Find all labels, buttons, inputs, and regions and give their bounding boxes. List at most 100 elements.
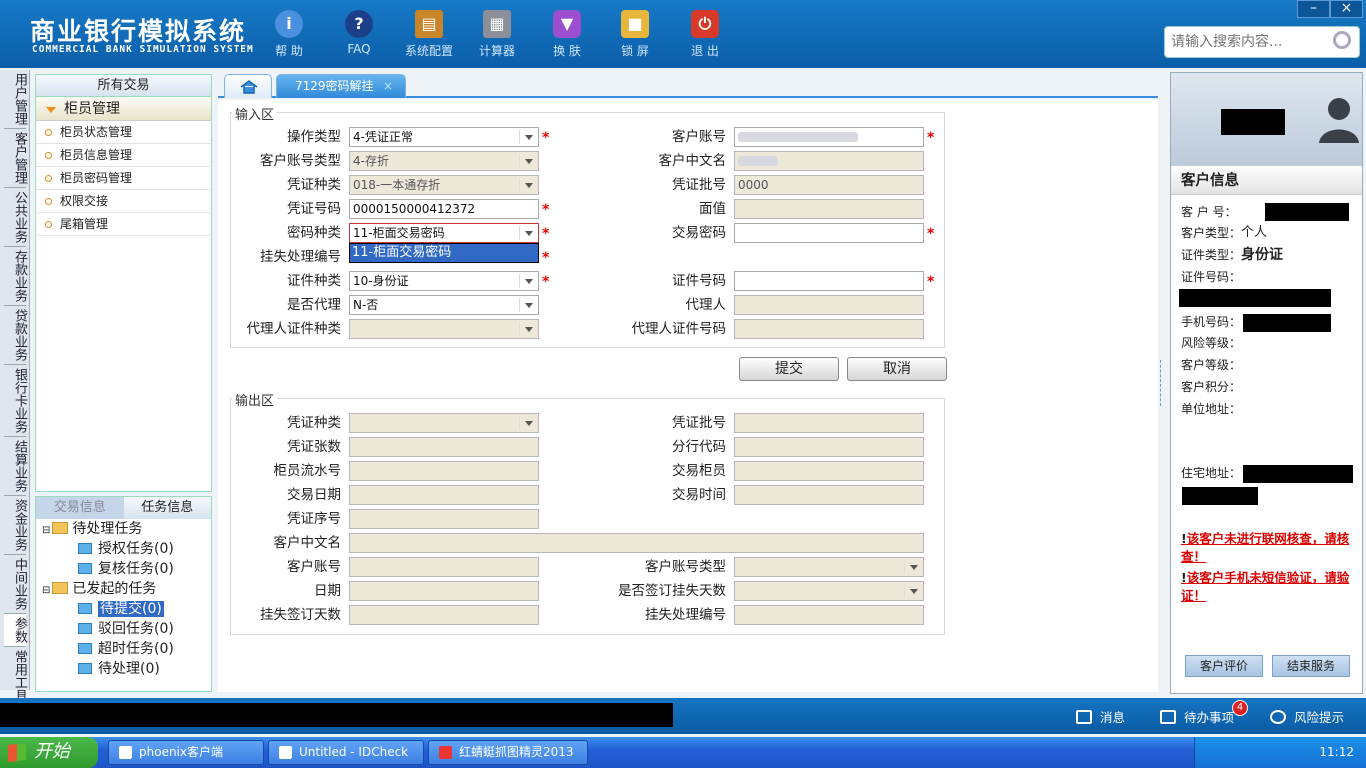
start-button[interactable]: 开始 — [0, 737, 98, 768]
required-mark: * — [542, 250, 550, 266]
tree-item-timeout[interactable]: 超时任务(0) — [78, 639, 174, 659]
acct-no-input[interactable] — [734, 127, 924, 147]
label-loss-no: 挂失处理编号 — [260, 249, 341, 265]
search-icon[interactable] — [1333, 31, 1351, 49]
clock[interactable]: 11:12 — [1319, 745, 1354, 759]
search-input[interactable] — [1171, 28, 1331, 56]
tab-password-unlock[interactable]: 7129密码解挂 × — [276, 74, 406, 98]
label-op-type: 操作类型 — [287, 129, 341, 145]
skin-button[interactable]: ▼ 换 肤 — [534, 8, 600, 64]
voucher-no-input[interactable]: 0000150000412372 — [349, 199, 539, 219]
id-no-input[interactable] — [734, 271, 924, 291]
label-trade-teller: 交易柜员 — [672, 463, 726, 479]
messages-button[interactable]: 消息 — [1076, 707, 1125, 726]
transaction-nav: 所有交易 柜员管理 柜员状态管理 柜员信息管理 柜员密码管理 权限交接 尾箱管理 — [35, 74, 212, 492]
label-out-cn-name: 客户中文名 — [273, 535, 342, 551]
required-mark: * — [927, 130, 935, 146]
close-window-button[interactable]: × — [1330, 0, 1363, 18]
label-id-type: 证件类型： — [1181, 248, 1242, 262]
label-cust-no: 客 户 号： — [1181, 205, 1237, 219]
label-branch-code: 分行代码 — [672, 439, 726, 455]
module-tab-loan[interactable]: 贷款业务 — [4, 306, 27, 365]
id-kind-select[interactable]: 10-身份证 — [349, 271, 539, 291]
settings-button[interactable]: ▤ 系统配置 — [396, 8, 462, 64]
nav-item-teller-password[interactable]: 柜员密码管理 — [36, 167, 211, 190]
input-area-legend: 输入区 — [232, 104, 278, 123]
help-button[interactable]: i帮 助 — [256, 8, 322, 64]
module-tab-funds[interactable]: 资金业务 — [4, 496, 27, 555]
warning-network-check[interactable]: !该客户未进行联网核查，请核查！ — [1181, 530, 1357, 566]
panel-splitter[interactable] — [1160, 360, 1166, 406]
app-icon — [439, 746, 452, 759]
pwd-kind-option[interactable]: 11-柜面交易密码 — [349, 243, 539, 263]
out-branch-code — [734, 437, 924, 457]
warning-sms-verify[interactable]: !该客户手机未短信验证，请验证！ — [1181, 569, 1357, 605]
tree-item-pending[interactable]: 待处理(0) — [78, 659, 160, 679]
module-tab-intermediate[interactable]: 中间业务 — [4, 555, 27, 614]
minimize-button[interactable]: – — [1297, 0, 1330, 18]
nav-item-cashbox[interactable]: 尾箱管理 — [36, 213, 211, 236]
out-acct-type — [734, 557, 924, 577]
required-mark: * — [542, 226, 550, 242]
op-type-select[interactable]: 4-凭证正常 — [349, 127, 539, 147]
face-value-field — [734, 199, 924, 219]
out-voucher-count — [349, 437, 539, 457]
is-agent-select[interactable]: N-否 — [349, 295, 539, 315]
tree-item-to-submit[interactable]: 待提交(0) — [78, 599, 164, 619]
module-tab-public[interactable]: 公共业务 — [4, 188, 27, 247]
lock-button[interactable]: ■ 锁 屏 — [602, 8, 668, 64]
tree-item-auth[interactable]: 授权任务(0) — [78, 539, 174, 559]
label-voucher-no: 凭证号码 — [287, 201, 341, 217]
tree-folder-pending[interactable]: ⊟ 待处理任务 — [42, 519, 142, 539]
module-tab-deposit[interactable]: 存款业务 — [4, 247, 27, 306]
todo-button[interactable]: 待办事项 — [1160, 707, 1234, 726]
customer-eval-button[interactable]: 客户评价 — [1185, 655, 1263, 677]
nav-item-teller-status[interactable]: 柜员状态管理 — [36, 121, 211, 144]
power-icon: ⏻ — [691, 10, 719, 38]
risk-alert-button[interactable]: 风险提示 — [1270, 707, 1344, 726]
label-points: 客户积分： — [1181, 380, 1242, 394]
label-id-kind: 证件种类 — [287, 273, 341, 289]
tree-folder-initiated[interactable]: ⊟ 已发起的任务 — [42, 579, 156, 599]
end-service-button[interactable]: 结束服务 — [1272, 655, 1350, 677]
tab-home[interactable] — [224, 74, 272, 98]
module-tab-settlement[interactable]: 结算业务 — [4, 437, 27, 496]
tree-item-review[interactable]: 复核任务(0) — [78, 559, 174, 579]
nav-item-teller-info[interactable]: 柜员信息管理 — [36, 144, 211, 167]
out-voucher-seq — [349, 509, 539, 529]
label-date: 日期 — [314, 583, 341, 599]
submit-button[interactable]: 提交 — [739, 357, 839, 381]
module-tab-user[interactable]: 用户管理 — [4, 70, 27, 129]
customer-panel: 客户信息 客 户 号： 客户类型： 个人 证件类型： 身份证 证件号码： 手机号… — [1170, 72, 1363, 694]
tab-trade-info[interactable]: 交易信息 — [36, 497, 124, 519]
taskbar-item-phoenix[interactable]: phoenix客户端 — [108, 740, 264, 765]
pwd-kind-select[interactable]: 11-柜面交易密码 — [349, 223, 539, 243]
label-face-value: 面值 — [699, 201, 726, 217]
tree-item-rejected[interactable]: 驳回任务(0) — [78, 619, 174, 639]
cancel-button[interactable]: 取消 — [847, 357, 947, 381]
tab-task-info[interactable]: 任务信息 — [123, 497, 211, 519]
label-out-batch-no: 凭证批号 — [672, 415, 726, 431]
nav-item-handover[interactable]: 权限交接 — [36, 190, 211, 213]
taskbar-item-screenshot[interactable]: 红蜻蜓抓图精灵2013 — [428, 740, 588, 765]
batch-no-field: 0000 — [734, 175, 924, 195]
nav-group-teller[interactable]: 柜员管理 — [36, 97, 211, 121]
required-mark: * — [927, 226, 935, 242]
exit-button[interactable]: ⏻ 退 出 — [672, 8, 738, 64]
taskbar-item-idcheck[interactable]: Untitled - IDCheck — [268, 740, 424, 765]
home-icon — [240, 80, 258, 94]
nav-header[interactable]: 所有交易 — [36, 75, 211, 97]
module-tab-customer[interactable]: 客户管理 — [4, 129, 27, 188]
agent-id-kind-select — [349, 319, 539, 339]
trade-pwd-input[interactable] — [734, 223, 924, 243]
cn-name-field — [734, 151, 924, 171]
redacted-value — [1243, 465, 1353, 483]
module-tab-card[interactable]: 银行卡业务 — [4, 365, 27, 437]
calculator-button[interactable]: ▦ 计算器 — [464, 8, 530, 64]
person-icon — [1319, 98, 1359, 143]
module-tab-params[interactable]: 参数 — [4, 614, 27, 647]
todo-count-badge: 4 — [1232, 700, 1248, 716]
faq-button[interactable]: ? FAQ — [326, 8, 392, 64]
close-tab-icon[interactable]: × — [383, 75, 393, 97]
task-icon — [78, 663, 92, 674]
